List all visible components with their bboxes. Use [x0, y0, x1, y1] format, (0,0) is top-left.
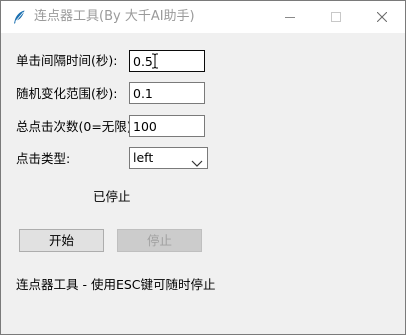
- random-range-input[interactable]: [129, 82, 205, 104]
- stop-button[interactable]: 停止: [117, 229, 202, 252]
- chevron-down-icon[interactable]: [191, 153, 203, 167]
- close-button[interactable]: [359, 1, 405, 33]
- app-window: 连点器工具(By 大千AI助手) 单击间隔时间(秒): 随机变化范围(秒):: [0, 0, 406, 335]
- click-type-select[interactable]: left: [129, 147, 208, 169]
- total-clicks-input[interactable]: [129, 115, 205, 137]
- close-icon: [377, 12, 387, 22]
- status-text: 已停止: [93, 189, 131, 204]
- text-cursor-icon: [151, 53, 159, 69]
- title-bar[interactable]: 连点器工具(By 大千AI助手): [1, 1, 405, 33]
- main-panel: 单击间隔时间(秒): 随机变化范围(秒): 总点击次数(0=无限): 点击类型:…: [1, 33, 405, 334]
- interval-label: 单击间隔时间(秒):: [16, 53, 118, 68]
- feather-icon: [11, 9, 27, 25]
- minimize-icon: [285, 17, 295, 18]
- click-type-label: 点击类型:: [16, 151, 71, 166]
- minimize-button[interactable]: [267, 1, 313, 33]
- random-label: 随机变化范围(秒):: [16, 86, 118, 101]
- maximize-button[interactable]: [313, 1, 359, 33]
- footer-hint: 连点器工具 - 使用ESC键可随时停止: [16, 277, 216, 292]
- click-type-value: left: [133, 150, 154, 165]
- start-button[interactable]: 开始: [19, 229, 104, 252]
- interval-input[interactable]: [129, 50, 205, 72]
- window-title: 连点器工具(By 大千AI助手): [34, 9, 195, 24]
- maximize-icon: [331, 12, 341, 22]
- total-clicks-label: 总点击次数(0=无限):: [16, 119, 136, 134]
